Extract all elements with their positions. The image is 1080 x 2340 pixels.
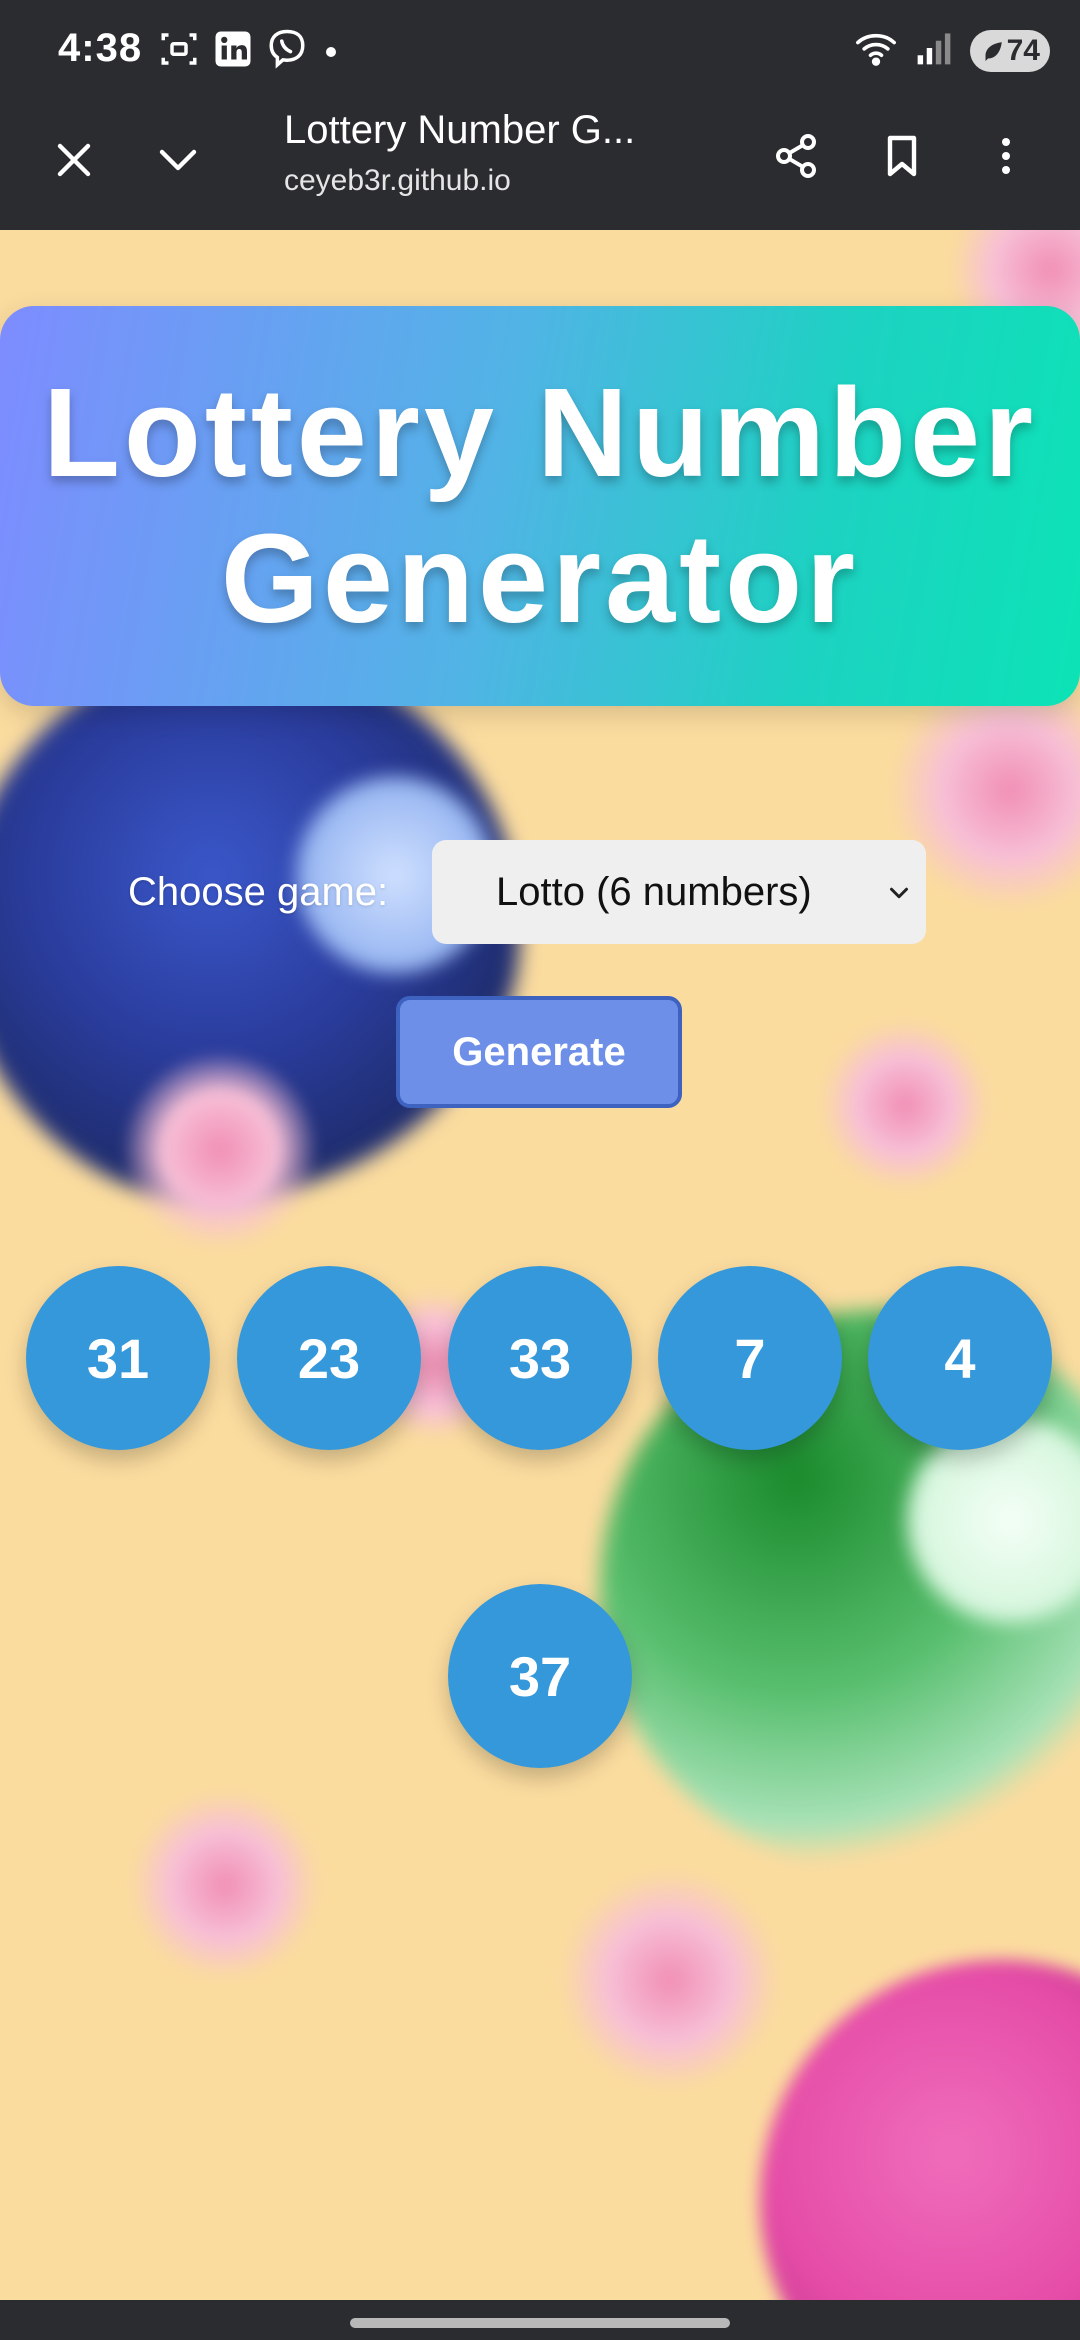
system-nav-bar <box>0 2300 1080 2340</box>
browser-toolbar: Lottery Number G... ceyeb3r.github.io <box>0 100 1080 230</box>
share-button[interactable] <box>766 126 826 186</box>
bookmark-icon <box>887 135 917 177</box>
game-selector-row: Choose game: Lotto (6 numbers) <box>0 840 1080 950</box>
lottery-ball: 23 <box>237 1266 421 1450</box>
background-blossom <box>130 1790 320 1980</box>
game-select[interactable]: Lotto (6 numbers) <box>432 840 926 944</box>
share-icon <box>776 134 816 178</box>
page-title: Lottery Number G... <box>284 108 636 152</box>
status-bar: 4:38 74 <box>0 0 1080 100</box>
lottery-ball: 33 <box>448 1266 632 1450</box>
linkedin-icon <box>212 28 254 75</box>
web-page: Lottery Number Generator Choose game: Lo… <box>0 230 1080 2300</box>
lottery-ball: 37 <box>448 1584 632 1768</box>
background-blossom <box>560 1870 780 2090</box>
screenshot-icon <box>158 28 200 75</box>
choose-game-label: Choose game: <box>128 870 389 914</box>
generate-button[interactable]: Generate <box>396 996 682 1108</box>
more-vert-icon <box>1002 138 1010 174</box>
lottery-ball: 31 <box>26 1266 210 1450</box>
background-blossom <box>820 1020 990 1190</box>
bookmark-button[interactable] <box>872 126 932 186</box>
lottery-ball: 7 <box>658 1266 842 1450</box>
status-time: 4:38 <box>58 26 143 70</box>
minimize-button[interactable] <box>148 130 208 190</box>
app-heading: Lottery Number Generator <box>42 362 1038 649</box>
wifi-icon <box>854 28 898 73</box>
close-icon <box>57 143 91 177</box>
lottery-ball: 4 <box>868 1266 1052 1450</box>
chevron-down-icon <box>159 149 197 171</box>
title-banner: Lottery Number Generator <box>0 306 1080 706</box>
game-select-value: Lotto (6 numbers) <box>496 869 812 914</box>
battery-level: 74 <box>1006 33 1040 67</box>
viber-icon <box>266 28 308 75</box>
more-menu-button[interactable] <box>976 126 1036 186</box>
battery-icon: 74 <box>970 29 1050 72</box>
background-blossom <box>120 1050 320 1250</box>
chevron-down-icon <box>890 887 908 899</box>
background-lottery-ball-pink <box>760 1960 1080 2300</box>
status-icons-right: 74 <box>854 28 1050 73</box>
page-url[interactable]: ceyeb3r.github.io <box>284 164 511 198</box>
home-gesture-handle[interactable] <box>350 2318 730 2328</box>
close-tab-button[interactable] <box>44 130 104 190</box>
notification-dot <box>326 46 336 57</box>
status-icons-left <box>158 28 336 75</box>
signal-icon <box>912 28 956 73</box>
